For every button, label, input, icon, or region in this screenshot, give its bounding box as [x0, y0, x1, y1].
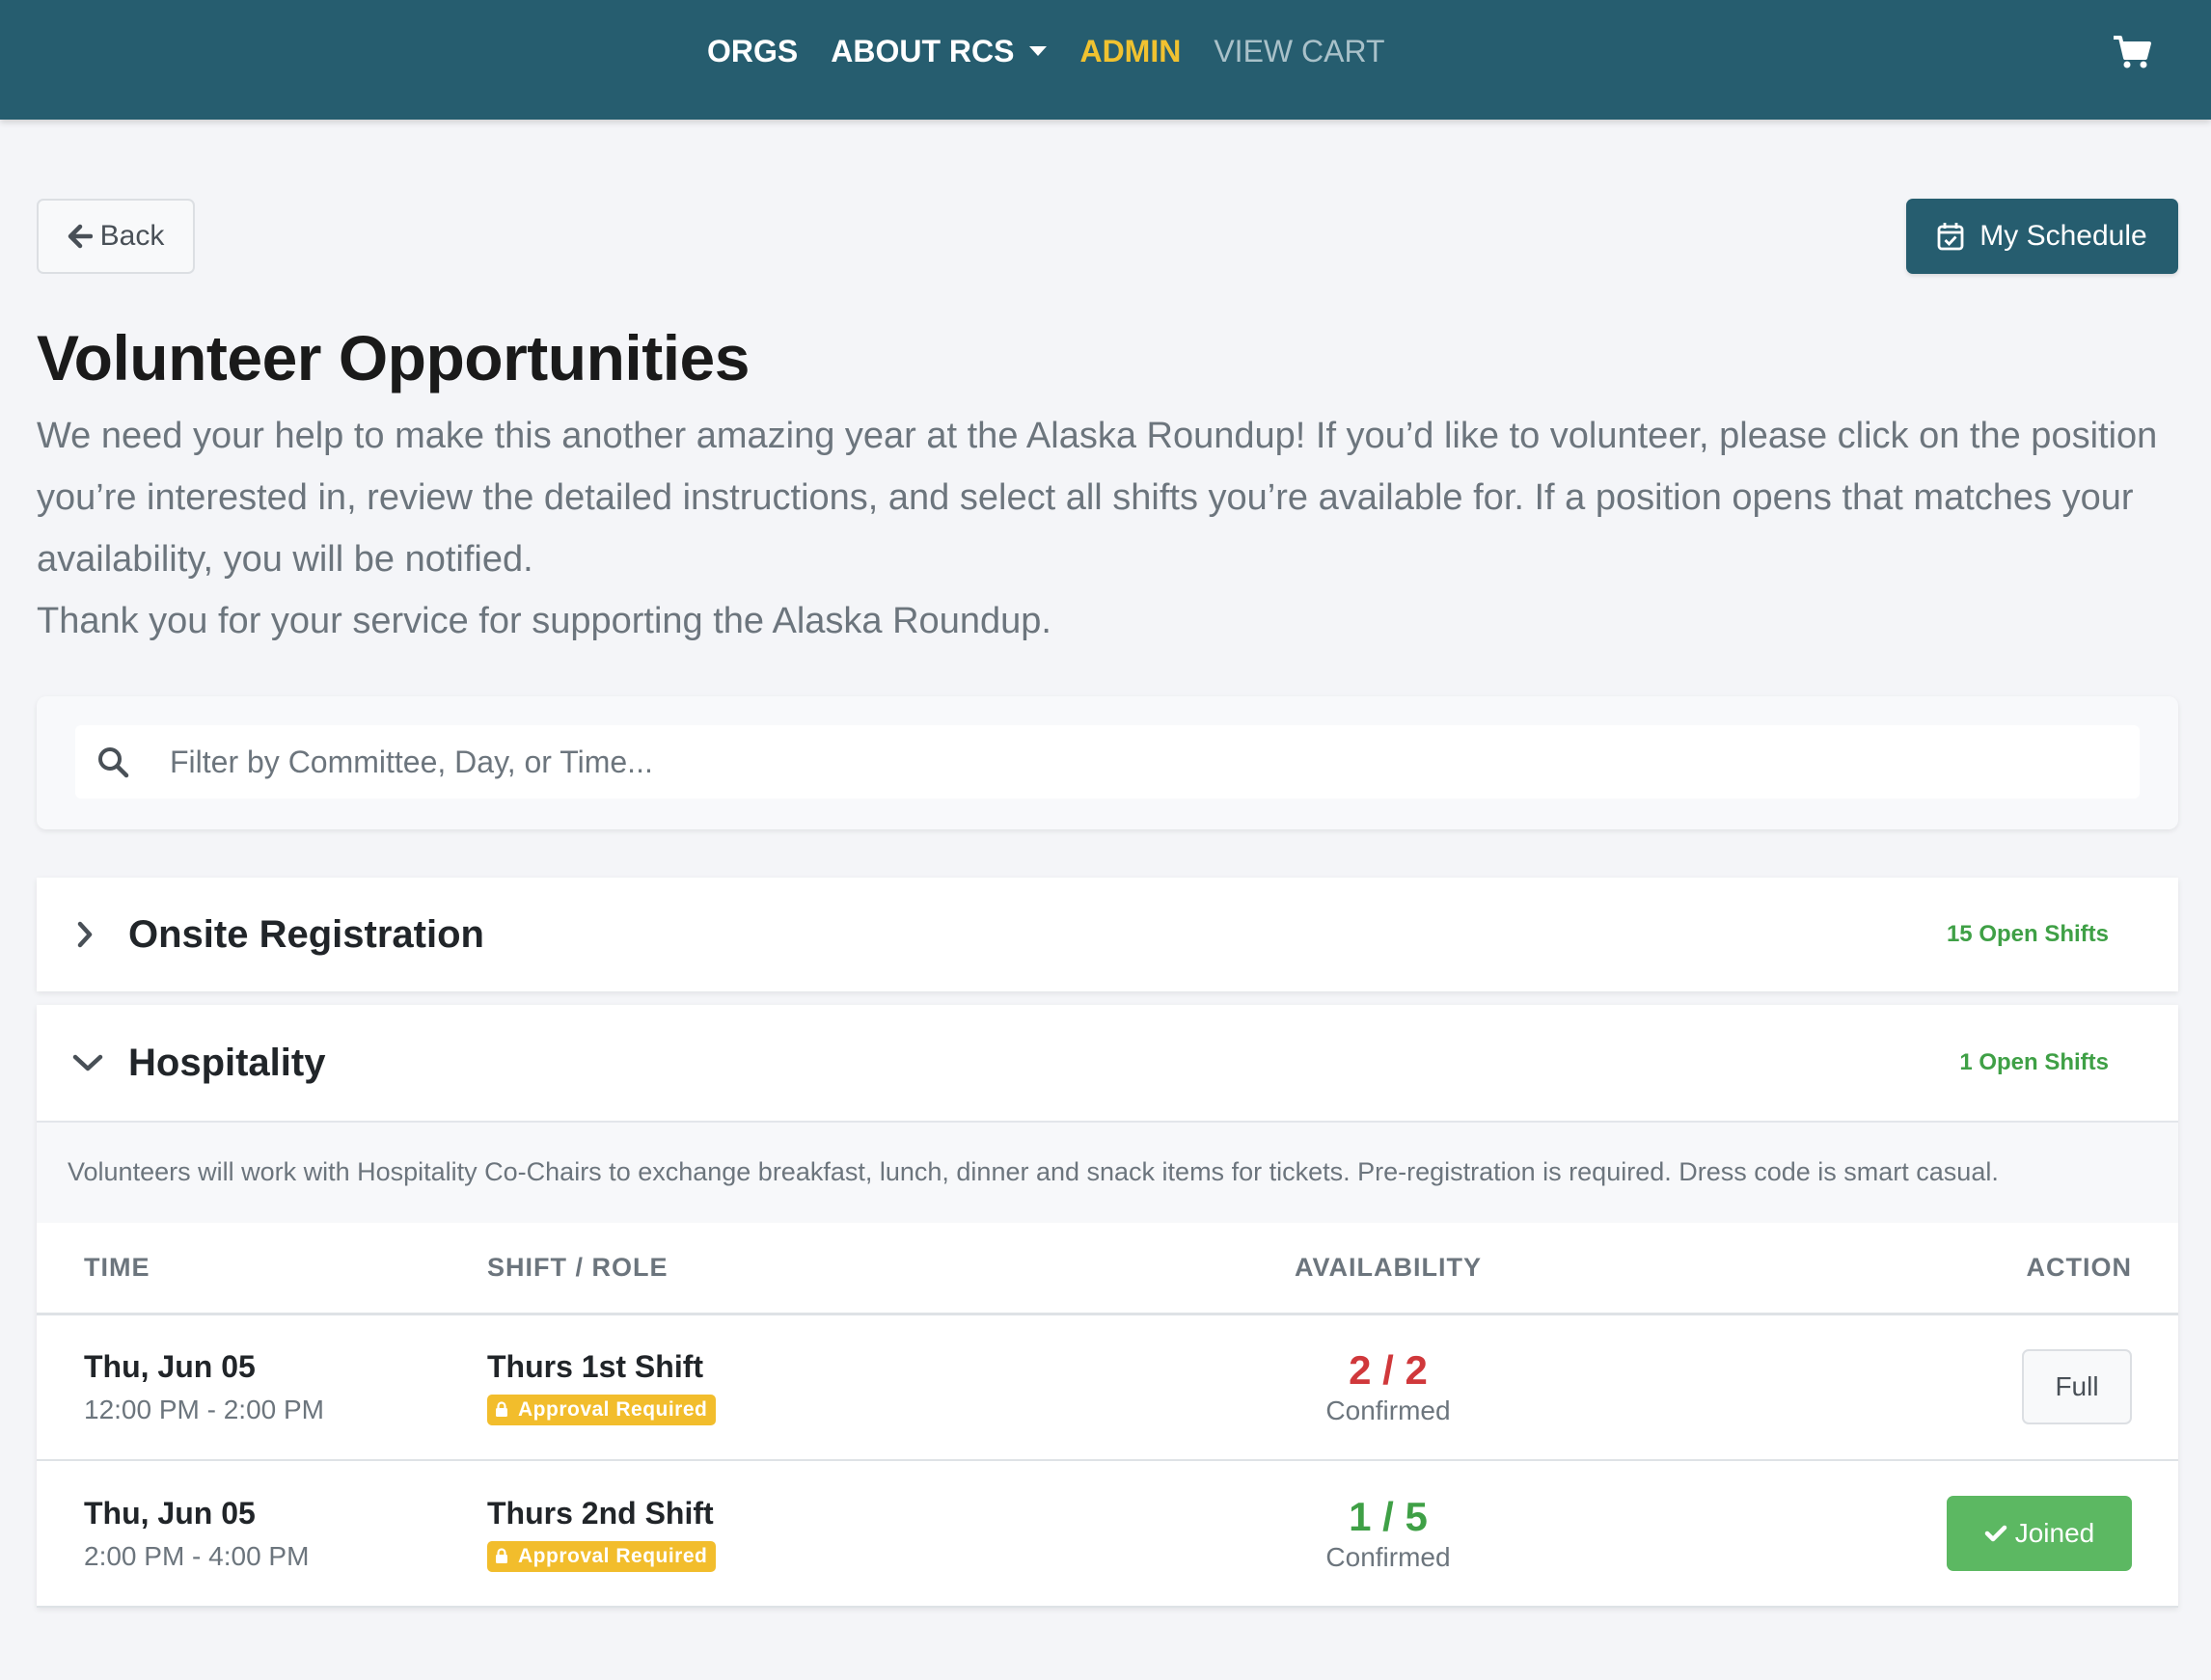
search-input[interactable]	[170, 744, 2080, 780]
shift-time-cell: Thu, Jun 05 2:00 PM - 4:00 PM	[37, 1460, 487, 1608]
shift-role: Thurs 2nd Shift	[487, 1495, 714, 1531]
nav-link-about-rcs-label: ABOUT RCS	[831, 33, 1015, 68]
full-button[interactable]: Full	[2022, 1349, 2132, 1425]
approval-badge-label: Approval Required	[518, 1544, 708, 1567]
committee-hospitality: Hospitality 1 Open Shifts Volunteers wil…	[37, 1005, 2178, 1608]
shifts-table: TIME SHIFT / ROLE AVAILABILITY ACTION Th…	[37, 1223, 2178, 1608]
availability-count: 2 / 2	[1349, 1347, 1428, 1394]
lock-icon	[496, 1548, 507, 1563]
chevron-down-icon	[1029, 46, 1048, 56]
shift-action-cell: Full	[1674, 1314, 2178, 1461]
shift-availability-cell: 1 / 5 Confirmed	[1103, 1460, 1674, 1608]
nav-links: ORGS ABOUT RCS ADMIN VIEW CART	[707, 27, 1418, 75]
check-icon	[1984, 1525, 2006, 1542]
shift-time: 12:00 PM - 2:00 PM	[84, 1394, 325, 1424]
column-header-time: TIME	[37, 1223, 487, 1315]
shift-time-cell: Thu, Jun 05 12:00 PM - 2:00 PM	[37, 1314, 487, 1461]
calendar-check-icon	[1937, 223, 1964, 251]
intro-paragraph: We need your help to make this another a…	[37, 416, 2158, 580]
approval-badge: Approval Required	[487, 1394, 717, 1425]
committee-header[interactable]: Onsite Registration 15 Open Shifts	[37, 878, 2178, 991]
joined-button-label: Joined	[2014, 1518, 2095, 1548]
shopping-cart-icon[interactable]	[2113, 35, 2151, 69]
filter-card	[37, 696, 2178, 829]
committee-description: Volunteers will work with Hospitality Co…	[37, 1121, 2178, 1223]
top-navbar: ORGS ABOUT RCS ADMIN VIEW CART	[0, 0, 2211, 120]
shift-role-cell: Thurs 1st Shift Approval Required	[487, 1314, 1103, 1461]
committee-onsite-registration: Onsite Registration 15 Open Shifts	[37, 878, 2178, 991]
back-button-label: Back	[99, 220, 165, 252]
table-row: Thu, Jun 05 12:00 PM - 2:00 PM Thurs 1st…	[37, 1314, 2178, 1461]
column-header-shift-role: SHIFT / ROLE	[487, 1223, 1103, 1315]
shift-role: Thurs 1st Shift	[487, 1348, 704, 1384]
column-header-availability: AVAILABILITY	[1103, 1223, 1674, 1315]
committee-title: Onsite Registration	[128, 912, 484, 956]
chevron-down-icon	[72, 1054, 103, 1071]
search-box	[75, 725, 2140, 799]
intro-text: We need your help to make this another a…	[37, 405, 2159, 652]
arrow-left-icon	[68, 224, 93, 249]
column-header-action: ACTION	[1674, 1223, 2178, 1315]
chevron-right-icon	[77, 921, 93, 948]
shift-time: 2:00 PM - 4:00 PM	[84, 1540, 310, 1571]
committee-title: Hospitality	[128, 1041, 326, 1084]
availability-count: 1 / 5	[1349, 1494, 1428, 1539]
nav-link-orgs[interactable]: ORGS	[707, 34, 798, 69]
my-schedule-button[interactable]: My Schedule	[1906, 199, 2178, 274]
shift-role-cell: Thurs 2nd Shift Approval Required	[487, 1460, 1103, 1608]
lock-icon	[496, 1401, 507, 1418]
approval-badge-label: Approval Required	[518, 1397, 708, 1421]
committee-header[interactable]: Hospitality 1 Open Shifts	[37, 1005, 2178, 1121]
open-shifts-count: 1 Open Shifts	[1959, 1049, 2109, 1075]
table-row: Thu, Jun 05 2:00 PM - 4:00 PM Thurs 2nd …	[37, 1460, 2178, 1608]
shift-availability-cell: 2 / 2 Confirmed	[1103, 1314, 1674, 1461]
nav-link-admin[interactable]: ADMIN	[1079, 34, 1181, 69]
table-header-row: TIME SHIFT / ROLE AVAILABILITY ACTION	[37, 1223, 2178, 1315]
nav-link-view-cart[interactable]: VIEW CART	[1214, 34, 1384, 69]
shift-date: Thu, Jun 05	[84, 1495, 256, 1531]
search-icon	[98, 747, 129, 778]
page-title: Volunteer Opportunities	[37, 322, 750, 393]
open-shifts-count: 15 Open Shifts	[1946, 921, 2109, 947]
joined-button[interactable]: Joined	[1947, 1496, 2132, 1571]
my-schedule-label: My Schedule	[1979, 220, 2147, 252]
availability-label: Confirmed	[1325, 1395, 1451, 1426]
intro-thanks: Thank you for your service for supportin…	[37, 601, 1051, 641]
shift-action-cell: Joined	[1674, 1460, 2178, 1608]
availability-label: Confirmed	[1325, 1542, 1451, 1572]
nav-link-about-rcs[interactable]: ABOUT RCS	[831, 33, 1048, 69]
approval-badge: Approval Required	[487, 1540, 717, 1572]
shift-date: Thu, Jun 05	[84, 1348, 256, 1384]
back-button[interactable]: Back	[37, 199, 195, 274]
